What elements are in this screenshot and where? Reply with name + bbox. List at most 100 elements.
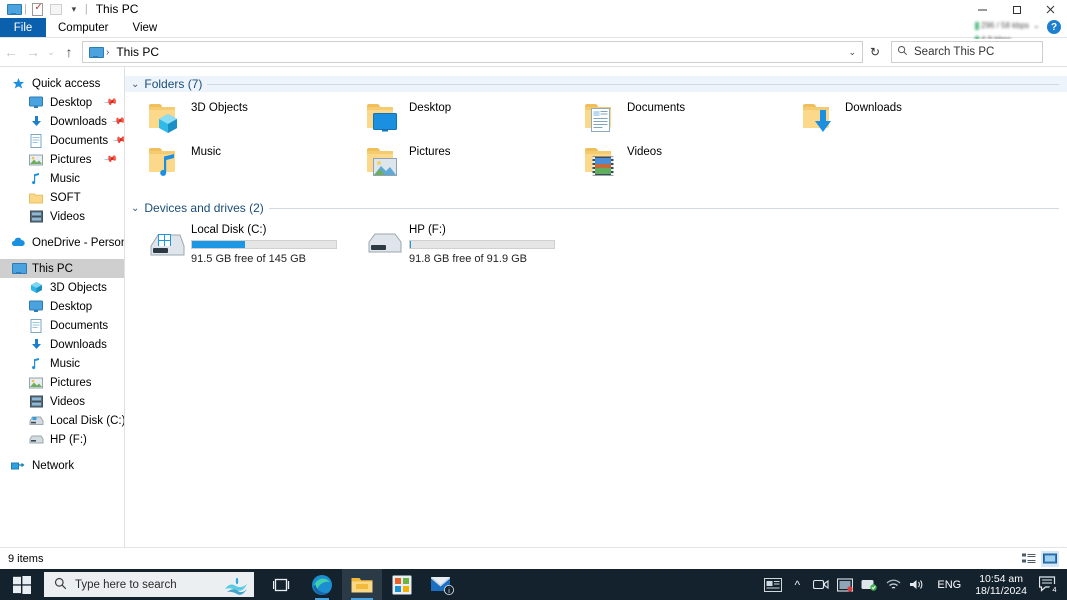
breadcrumb-this-pc[interactable]: This PC <box>112 45 159 59</box>
sidebar-item-network[interactable]: Network <box>0 456 124 475</box>
drives-tiles: Local Disk (C:) 91.5 GB free of 145 GB H… <box>125 216 1067 268</box>
sidebar-item-this-pc[interactable]: This PC <box>0 259 124 278</box>
start-button[interactable] <box>0 569 44 600</box>
folder-tile-music[interactable]: Music <box>147 142 343 186</box>
new-folder-icon[interactable] <box>47 0 65 18</box>
music-icon <box>28 356 44 372</box>
taskbar-search-input[interactable]: Type here to search <box>44 572 254 597</box>
network-icon <box>10 458 26 474</box>
address-input[interactable]: › This PC ⌄ <box>82 41 863 63</box>
back-button[interactable]: ← <box>0 40 22 64</box>
up-button[interactable]: ↑ <box>58 40 80 64</box>
sidebar-item-desktop-qa[interactable]: Desktop 📌 <box>0 93 124 112</box>
sidebar-item-downloads[interactable]: Downloads <box>0 335 124 354</box>
windows-drive-icon <box>147 230 187 268</box>
sidebar-item-pictures-qa[interactable]: Pictures 📌 <box>0 150 124 169</box>
sidebar-label-desktop: Desktop <box>50 300 93 313</box>
recent-locations-button[interactable]: ⌄ <box>44 40 58 64</box>
folder-tile-documents[interactable]: Documents <box>583 98 779 142</box>
close-button[interactable] <box>1033 0 1067 18</box>
window-monitor-icon <box>4 0 22 18</box>
chevron-down-icon[interactable]: ⌄ <box>131 79 139 90</box>
sidebar-label-local-disk-c: Local Disk (C:) <box>50 414 124 427</box>
drive-tile-hp-f[interactable]: HP (F:) 91.8 GB free of 91.9 GB <box>365 222 561 268</box>
ribbon-divider <box>0 37 1067 38</box>
folder-tile-pictures[interactable]: Pictures <box>365 142 561 186</box>
show-hidden-icons-chevron-icon[interactable]: ^ <box>785 569 809 600</box>
large-icons-view-button[interactable] <box>1041 550 1059 567</box>
folder-label-music: Music <box>191 146 222 158</box>
help-icon[interactable]: ? <box>1047 20 1061 34</box>
forward-button[interactable]: → <box>22 40 44 64</box>
address-dropdown-caret-icon[interactable]: ⌄ <box>848 47 858 58</box>
video-icon <box>28 394 44 410</box>
drive-tile-local-disk-c[interactable]: Local Disk (C:) 91.5 GB free of 145 GB <box>147 222 343 268</box>
search-placeholder: Search This PC <box>914 46 995 58</box>
tab-computer[interactable]: Computer <box>46 18 121 37</box>
drive-icon <box>28 432 44 448</box>
security-icon[interactable] <box>857 569 881 600</box>
sidebar-item-pictures[interactable]: Pictures <box>0 373 124 392</box>
microsoft-store-button[interactable] <box>382 569 422 600</box>
sidebar-item-3d-objects[interactable]: 3D Objects <box>0 278 124 297</box>
edge-button[interactable] <box>302 569 342 600</box>
language-indicator[interactable]: ENG <box>929 579 969 591</box>
clock-date: 18/11/2024 <box>975 584 1027 597</box>
videos-folder-icon <box>583 142 623 178</box>
sidebar-item-music-qa[interactable]: Music <box>0 169 124 188</box>
clock[interactable]: 10:54 am 18/11/2024 <box>969 573 1033 597</box>
sidebar-item-videos-qa[interactable]: Videos <box>0 207 124 226</box>
sidebar-item-local-disk-c[interactable]: Local Disk (C:) <box>0 411 124 430</box>
cortana-icon[interactable] <box>224 573 248 597</box>
folder-tile-3d-objects[interactable]: 3D Objects <box>147 98 343 142</box>
download-icon <box>28 114 44 130</box>
drive-info-hp-f: HP (F:) 91.8 GB free of 91.9 GB <box>405 222 555 265</box>
clock-time: 10:54 am <box>979 572 1023 585</box>
navigation-pane[interactable]: Quick access Desktop 📌 Downloads 📌 Docum… <box>0 67 124 547</box>
file-explorer-button[interactable] <box>342 569 382 600</box>
folder-label-3d-objects: 3D Objects <box>191 102 248 114</box>
search-icon <box>897 45 908 59</box>
folder-tile-downloads[interactable]: Downloads <box>801 98 997 142</box>
sidebar-item-hp-f[interactable]: HP (F:) <box>0 430 124 449</box>
task-view-button[interactable] <box>262 569 302 600</box>
sidebar-item-videos[interactable]: Videos <box>0 392 124 411</box>
sidebar-item-desktop[interactable]: Desktop <box>0 297 124 316</box>
details-view-button[interactable] <box>1020 551 1038 567</box>
chevron-down-icon[interactable]: ⌄ <box>131 203 139 214</box>
onedrive-icon[interactable] <box>833 569 857 600</box>
properties-icon[interactable] <box>29 0 47 18</box>
sidebar-item-onedrive[interactable]: OneDrive - Personal <box>0 233 124 252</box>
sidebar-item-music[interactable]: Music <box>0 354 124 373</box>
tab-file[interactable]: File <box>0 18 46 37</box>
pin-icon: 📌 <box>103 151 119 167</box>
folder-tile-videos[interactable]: Videos <box>583 142 779 186</box>
search-input[interactable]: Search This PC <box>891 41 1043 63</box>
title-bar: | ▾ | This PC <box>0 0 1067 18</box>
tab-view[interactable]: View <box>121 18 170 37</box>
taskbar-apps: i <box>262 569 462 600</box>
volume-icon[interactable] <box>905 569 929 600</box>
wifi-icon[interactable] <box>881 569 905 600</box>
news-and-interests-icon[interactable] <box>761 569 785 600</box>
notification-center-button[interactable]: 4 <box>1033 569 1063 600</box>
mail-button[interactable]: i <box>422 569 462 600</box>
sidebar-item-documents[interactable]: Documents <box>0 316 124 335</box>
folder-label-pictures: Pictures <box>409 146 451 158</box>
sidebar-item-documents-qa[interactable]: Documents 📌 <box>0 131 124 150</box>
sidebar-item-quick-access[interactable]: Quick access <box>0 74 124 93</box>
minimize-button[interactable] <box>965 0 999 18</box>
sidebar-label-this-pc: This PC <box>32 262 73 275</box>
folders-group-header[interactable]: ⌄ Folders (7) <box>125 76 1067 92</box>
folder-tile-desktop[interactable]: Desktop <box>365 98 561 142</box>
maximize-button[interactable] <box>999 0 1033 18</box>
sidebar-item-soft[interactable]: SOFT <box>0 188 124 207</box>
desktop-icon <box>28 299 44 315</box>
drives-group-header[interactable]: ⌄ Devices and drives (2) <box>125 200 1067 216</box>
meet-now-icon[interactable] <box>809 569 833 600</box>
refresh-button[interactable]: ↻ <box>863 41 887 63</box>
customize-quick-access-caret-icon[interactable]: ▾ <box>65 0 83 18</box>
video-icon <box>28 209 44 225</box>
sidebar-label-onedrive: OneDrive - Personal <box>32 236 124 249</box>
sidebar-item-downloads-qa[interactable]: Downloads 📌 <box>0 112 124 131</box>
